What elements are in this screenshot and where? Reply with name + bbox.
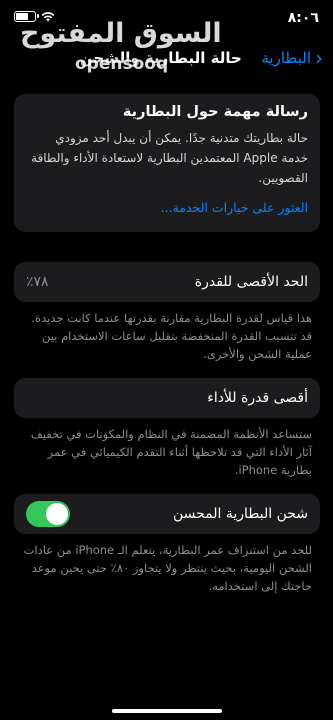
optimized-charging-row: شحن البطارية المحسن <box>14 494 320 534</box>
maximum-capacity-value: ٪٧٨ <box>26 274 49 290</box>
opensooq-watermark: السوق المفتوح opensooq <box>20 18 222 76</box>
chevron-right-icon: › <box>315 46 323 70</box>
battery-message-body: حالة بطاريتك متدنية جدًا. يمكن أن يبدل أ… <box>31 131 308 185</box>
watermark-english: opensooq <box>75 54 169 74</box>
optimized-charging-toggle[interactable] <box>26 501 70 527</box>
peak-performance-row: أقصى قدرة للأداء <box>14 378 320 418</box>
back-button-label: البطارية <box>261 49 311 67</box>
peak-performance-footnote: ستساعد الأنظمة المضمنة في النظام والمكون… <box>30 427 312 477</box>
maximum-capacity-row: ٪٧٨ الحد الأقصى للقدرة <box>14 262 320 302</box>
battery-message-card: رسالة مهمة حول البطارية حالة بطاريتك متد… <box>14 94 320 232</box>
maximum-capacity-label: الحد الأقصى للقدرة <box>194 274 308 290</box>
back-button[interactable]: البطارية › <box>261 48 323 68</box>
peak-performance-label: أقصى قدرة للأداء <box>207 390 308 406</box>
status-time: ٨:٠٦ <box>287 10 319 26</box>
maximum-capacity-footnote: هذا قياس لقدرة البطارية مقارنة بقدرتها ع… <box>31 311 312 361</box>
toggle-knob <box>46 503 68 525</box>
home-indicator <box>112 709 222 713</box>
battery-message-title: رسالة مهمة حول البطارية <box>122 104 308 120</box>
watermark-arabic: السوق المفتوح <box>20 18 222 49</box>
optimized-charging-label: شحن البطارية المحسن <box>172 506 308 522</box>
find-service-options-link[interactable]: العثور على خيارات الخدمة... <box>26 200 308 215</box>
optimized-charging-footnote: للحد من استنزاف عمر البطارية، يتعلم الـ … <box>23 543 312 593</box>
